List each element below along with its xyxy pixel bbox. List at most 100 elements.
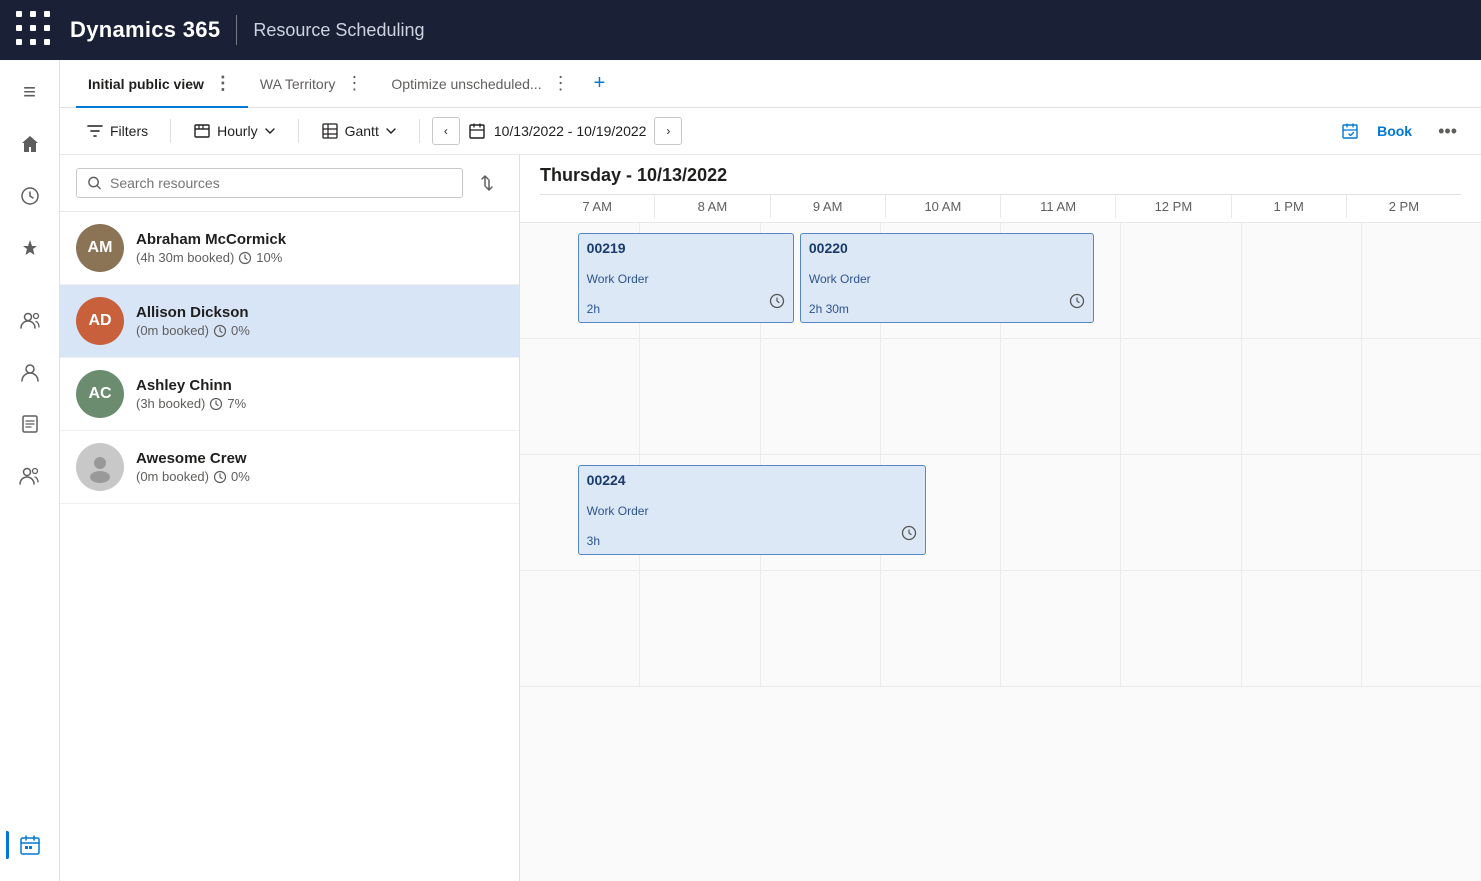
gantt-col-bg: [1361, 223, 1481, 338]
gantt-col-bg: [1120, 571, 1240, 686]
toolbar-sep-3: [419, 119, 420, 143]
filters-button[interactable]: Filters: [76, 116, 158, 146]
resource-list: AM Abraham McCormick(4h 30m booked) 10% AD…: [60, 212, 519, 881]
gantt-col-bg: [1241, 223, 1361, 338]
work-order-duration: 3h: [587, 534, 917, 548]
tab-label: Initial public view: [88, 76, 204, 92]
top-bar: Dynamics 365 Resource Scheduling: [0, 0, 1481, 60]
work-order-clock-icon: [769, 293, 785, 314]
toolbar-date-nav: ‹ 10/13/2022 - 10/19/2022 ›: [432, 117, 683, 145]
gantt-row-bg: [520, 339, 1481, 454]
hourly-icon: [193, 122, 211, 140]
time-col-2pm: 2 PM: [1346, 195, 1461, 218]
work-order-number: 00219: [587, 240, 785, 256]
time-col-10am: 10 AM: [885, 195, 1000, 218]
gantt-row-abraham-mccormick: 00219 Work Order 2h 00220 Work Order 2h …: [520, 223, 1481, 339]
tab-wa-territory[interactable]: WA Territory ⋮: [248, 60, 379, 108]
sidebar-icon-calendar[interactable]: [6, 821, 54, 869]
resource-info-abraham-mccormick: Abraham McCormick(4h 30m booked) 10%: [136, 231, 503, 265]
book-button[interactable]: Book: [1363, 117, 1426, 145]
work-order-type: Work Order: [587, 272, 785, 286]
work-order-clock-icon: [1069, 293, 1085, 314]
gantt-col-bg: [1241, 455, 1361, 570]
sort-button[interactable]: [471, 167, 503, 199]
next-date-button[interactable]: ›: [654, 117, 682, 145]
app-grid-icon[interactable]: [16, 11, 54, 49]
gantt-dropdown-icon: [385, 125, 397, 137]
sidebar-icon-contacts[interactable]: [6, 348, 54, 396]
module-title: Resource Scheduling: [253, 20, 424, 41]
prev-date-button[interactable]: ‹: [432, 117, 460, 145]
gantt-col-bg: [1241, 571, 1361, 686]
gantt-rows: 00219 Work Order 2h 00220 Work Order 2h …: [520, 223, 1481, 881]
sidebar-icon-reports[interactable]: [6, 400, 54, 448]
tab-more-optimize[interactable]: ⋮: [548, 73, 574, 94]
sidebar-icon-hamburger[interactable]: ≡: [6, 68, 54, 116]
sidebar: ≡: [0, 60, 60, 881]
resource-row-ashley-chinn[interactable]: ACAshley Chinn(3h booked) 7%: [60, 358, 519, 431]
hourly-button[interactable]: Hourly: [183, 116, 285, 146]
work-order-duration: 2h: [587, 302, 785, 316]
resource-info-awesome-crew: Awesome Crew(0m booked) 0%: [136, 450, 503, 484]
clock-icon: [213, 324, 227, 338]
gantt-time-header: 7 AM8 AM9 AM10 AM11 AM12 PM1 PM2 PM: [540, 194, 1461, 218]
resource-row-allison-dickson[interactable]: AD Allison Dickson (0m booked) 0%: [60, 285, 519, 358]
tab-initial-public-view[interactable]: Initial public view ⋮: [76, 60, 248, 108]
gantt-panel: Thursday - 10/13/2022 7 AM8 AM9 AM10 AM1…: [520, 155, 1481, 881]
gantt-col-bg: [760, 571, 880, 686]
resource-avatar-awesome-crew: [76, 443, 124, 491]
gantt-col-bg: [639, 339, 759, 454]
search-input[interactable]: [110, 175, 452, 191]
work-order-card-wo-00220[interactable]: 00220 Work Order 2h 30m: [800, 233, 1094, 323]
sidebar-icon-home[interactable]: [6, 120, 54, 168]
toolbar-overflow-button[interactable]: •••: [1430, 117, 1465, 146]
title-divider: [236, 15, 237, 45]
time-col-9am: 9 AM: [770, 195, 885, 218]
book-calendar-icon: [1341, 122, 1359, 140]
calendar-icon: [468, 122, 486, 140]
gantt-col-bg: [1000, 455, 1120, 570]
gantt-col-bg: [880, 339, 1000, 454]
toolbar-sep-2: [298, 119, 299, 143]
gantt-row-ashley-chinn: 00224 Work Order 3h: [520, 455, 1481, 571]
resource-info-allison-dickson: Allison Dickson (0m booked) 0%: [136, 304, 503, 338]
sidebar-icon-resources[interactable]: [6, 452, 54, 500]
resource-row-awesome-crew[interactable]: Awesome Crew(0m booked) 0%: [60, 431, 519, 504]
resource-meta-awesome-crew: (0m booked) 0%: [136, 469, 503, 484]
work-order-card-wo-00219[interactable]: 00219 Work Order 2h: [578, 233, 794, 323]
sidebar-icon-pin[interactable]: [6, 224, 54, 272]
resource-name-ashley-chinn: Ashley Chinn: [136, 377, 503, 394]
gantt-row-allison-dickson: [520, 339, 1481, 455]
gantt-col-bg: [880, 571, 1000, 686]
gantt-col-bg: [1120, 223, 1240, 338]
tab-more-initial[interactable]: ⋮: [210, 73, 236, 94]
time-col-7am: 7 AM: [540, 195, 654, 218]
add-tab-button[interactable]: +: [586, 72, 614, 95]
time-col-11am: 11 AM: [1000, 195, 1115, 218]
gantt-col-bg: [520, 571, 639, 686]
gantt-row-bg: [520, 571, 1481, 686]
schedule-area: AM Abraham McCormick(4h 30m booked) 10% AD…: [60, 155, 1481, 881]
clock-icon: [238, 251, 252, 265]
resource-avatar-abraham-mccormick: AM: [76, 224, 124, 272]
resource-meta-ashley-chinn: (3h booked) 7%: [136, 396, 503, 411]
tabs-bar: Initial public view ⋮ WA Territory ⋮ Opt…: [60, 60, 1481, 108]
tab-optimize-unscheduled[interactable]: Optimize unscheduled... ⋮: [379, 60, 585, 108]
work-order-clock-icon: [901, 525, 917, 546]
search-box[interactable]: [76, 168, 463, 198]
sidebar-icon-recent[interactable]: [6, 172, 54, 220]
hourly-dropdown-icon: [264, 125, 276, 137]
resource-avatar-allison-dickson: AD: [76, 297, 124, 345]
work-order-card-wo-00224[interactable]: 00224 Work Order 3h: [578, 465, 926, 555]
tab-more-wa[interactable]: ⋮: [341, 73, 367, 94]
time-col-8am: 8 AM: [654, 195, 769, 218]
resource-name-allison-dickson: Allison Dickson: [136, 304, 503, 321]
search-icon: [87, 175, 102, 191]
resource-meta-allison-dickson: (0m booked) 0%: [136, 323, 503, 338]
gantt-col-bg: [1120, 339, 1240, 454]
gantt-button[interactable]: Gantt: [311, 116, 407, 146]
sidebar-icon-accounts[interactable]: [6, 296, 54, 344]
resource-row-abraham-mccormick[interactable]: AM Abraham McCormick(4h 30m booked) 10%: [60, 212, 519, 285]
gantt-header: Thursday - 10/13/2022 7 AM8 AM9 AM10 AM1…: [520, 155, 1481, 223]
resource-info-ashley-chinn: Ashley Chinn (3h booked) 7%: [136, 377, 503, 411]
